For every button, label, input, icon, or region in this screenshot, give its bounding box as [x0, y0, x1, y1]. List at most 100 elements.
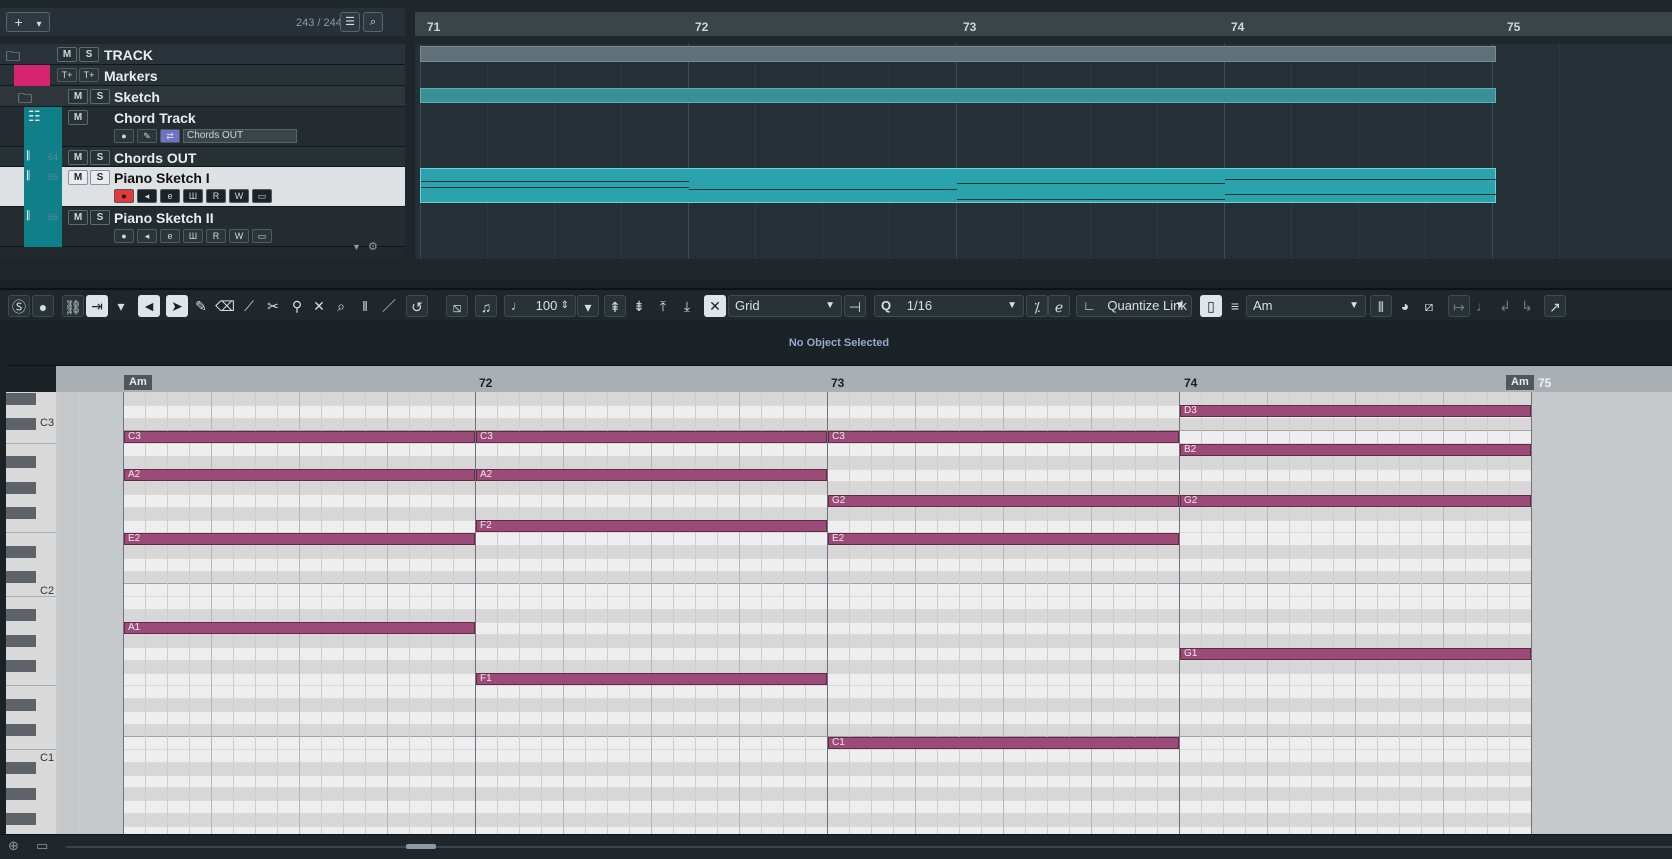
write-automation-button[interactable]: W [229, 189, 249, 203]
folder-part[interactable] [420, 46, 1496, 62]
solo-button[interactable]: S [90, 150, 110, 165]
draw-velocity-icon[interactable]: ‖ [354, 295, 376, 317]
edit-curve-icon[interactable]: ℯ [1048, 295, 1070, 317]
chord-edit-icon[interactable]: ✎ [137, 129, 157, 143]
midi-note[interactable]: E2 [828, 532, 1179, 545]
midi-part[interactable] [420, 168, 1497, 203]
show-info-icon[interactable]: ⧅ [446, 295, 468, 317]
project-ruler[interactable]: 71 72 73 74 75 [415, 12, 1672, 36]
mute-button[interactable]: M [68, 89, 88, 104]
speaker-icon[interactable]: ◄ [138, 295, 160, 317]
black-key[interactable] [6, 634, 36, 647]
loop-icon[interactable]: ↺ [406, 295, 428, 317]
stepper-icon[interactable]: ⇕ [561, 296, 569, 316]
track-row-chord-track[interactable]: ☷ M Chord Track ● ✎ ⇄ Chords OUT [0, 107, 405, 147]
event-display[interactable] [415, 44, 1672, 259]
black-key[interactable] [6, 545, 36, 558]
midi-note[interactable]: F1 [476, 673, 827, 685]
midi-note[interactable]: C3 [124, 430, 475, 443]
record-enable-icon[interactable]: ● [114, 229, 134, 243]
write-automation-button[interactable]: W [229, 229, 249, 243]
monitor-icon[interactable]: ◂ [137, 189, 157, 203]
trim-icon[interactable]: ⟋ [238, 295, 260, 317]
transpose-down-icon[interactable]: ⤓ [676, 295, 698, 317]
solo-editor-icon[interactable]: Ⓢ [8, 295, 30, 317]
zoom-icon[interactable]: ⌕ [330, 295, 352, 317]
editor-ruler[interactable]: Am 72 73 74 Am 75 [56, 366, 1672, 392]
record-enable-icon[interactable]: ● [114, 129, 134, 143]
black-key[interactable] [6, 418, 36, 430]
add-lane-icon[interactable]: ⊕ [8, 838, 19, 854]
move-up-icon[interactable]: ⇞ [604, 295, 626, 317]
solo-button[interactable]: S [90, 89, 110, 104]
chevron-down-icon[interactable]: ▾ [577, 295, 599, 317]
read-automation-button[interactable]: R [206, 189, 226, 203]
midi-note[interactable]: F2 [476, 520, 827, 532]
snap-to-zero-icon[interactable]: ⊣ [844, 295, 866, 317]
keyboard-icon[interactable]: Ш [183, 189, 203, 203]
chord-output-icon[interactable]: ⇄ [160, 129, 180, 143]
black-key[interactable] [6, 392, 36, 405]
snap-type-select[interactable]: Grid ▼ [728, 295, 842, 317]
chord-event[interactable]: Am [124, 375, 152, 390]
chord-output-select[interactable]: Chords OUT [183, 129, 297, 143]
mute-button[interactable]: M [68, 170, 88, 185]
edit-instrument-icon[interactable]: e [160, 229, 180, 243]
line-tool-icon[interactable]: ／ [378, 295, 400, 317]
midi-note[interactable]: A2 [476, 469, 827, 481]
note-grid[interactable]: C3 C3 C3 D3 B2 A2 A2 G2 G2 F2 E2 E2 A1 G1 F1 C1 [56, 392, 1672, 834]
velocity-input[interactable]: ♩ 100 ⇕ [504, 295, 576, 317]
move-down-icon[interactable]: ⇟ [628, 295, 650, 317]
glue-icon[interactable]: ⚲ [286, 295, 308, 317]
lanes-icon[interactable]: ▭ [252, 189, 272, 203]
mute-button[interactable]: M [68, 150, 88, 165]
black-key[interactable] [6, 698, 36, 711]
step-input-icon[interactable]: ↦ [1448, 295, 1470, 317]
scroll-thumb[interactable] [406, 844, 436, 849]
midi-note[interactable]: G2 [1180, 494, 1531, 507]
edit-instrument-icon[interactable]: e [160, 189, 180, 203]
mute-button[interactable]: M [68, 210, 88, 225]
quantize-link-select[interactable]: ∟ Quantize Link ▼ [1076, 295, 1192, 317]
midi-note[interactable]: C3 [828, 430, 1179, 443]
controller-lanes-icon[interactable]: ⫴ [1370, 295, 1392, 317]
snap-icon[interactable]: ✕ [704, 295, 726, 317]
midi-note[interactable]: G2 [828, 494, 1179, 507]
black-key[interactable] [6, 762, 36, 775]
solo-button[interactable]: S [90, 170, 110, 185]
mute-button[interactable]: M [68, 110, 88, 125]
black-key[interactable] [6, 571, 36, 583]
midi-note[interactable]: G1 [1180, 647, 1531, 660]
cycle-marker-icon[interactable]: T+ [79, 68, 99, 82]
monitor-icon[interactable]: ◂ [137, 229, 157, 243]
midi-note[interactable]: B2 [1180, 443, 1531, 456]
track-row-piano-sketch-2[interactable]: 𝄃 66 M S Piano Sketch II ● ◂ e Ш R W ▭ [0, 207, 405, 247]
midi-note[interactable]: C3 [476, 430, 827, 443]
mute-tool-icon[interactable]: ✕ [308, 295, 330, 317]
folder-part[interactable] [420, 88, 1496, 103]
settings-icon[interactable]: ⚙ [368, 240, 378, 253]
black-key[interactable] [6, 813, 36, 826]
search-icon[interactable]: ⌕ [363, 12, 383, 32]
pencil-icon[interactable]: ✎ [190, 295, 212, 317]
black-key[interactable] [6, 609, 36, 622]
transpose-up-icon[interactable]: ⤒ [652, 295, 674, 317]
palette-icon[interactable]: ◕ [1394, 295, 1416, 317]
track-row-chords-out[interactable]: 𝄃 64 M S Chords OUT [0, 147, 405, 167]
solo-button[interactable]: S [79, 47, 99, 62]
scissors-icon[interactable]: ✂ [262, 295, 284, 317]
keyboard-icon[interactable]: Ш [183, 229, 203, 243]
read-automation-button[interactable]: R [206, 229, 226, 243]
move-insert-icon[interactable]: ↳ [1516, 295, 1538, 317]
solo-button[interactable]: S [90, 210, 110, 225]
black-key[interactable] [6, 507, 36, 520]
midi-note[interactable]: E2 [124, 532, 475, 545]
open-external-icon[interactable]: ↗ [1544, 295, 1566, 317]
black-key[interactable] [6, 787, 36, 800]
track-row-piano-sketch-1[interactable]: 𝄃 65 M S Piano Sketch I ● ◂ e Ш R W ▭ [0, 167, 405, 207]
track-row-markers[interactable]: T+ T+ Markers [0, 65, 405, 86]
window-layout-icon[interactable]: ⧄ [1418, 295, 1440, 317]
black-key[interactable] [6, 724, 36, 736]
piano-keyboard[interactable]: C3 C2 C1 [6, 392, 56, 834]
black-key[interactable] [6, 660, 36, 673]
